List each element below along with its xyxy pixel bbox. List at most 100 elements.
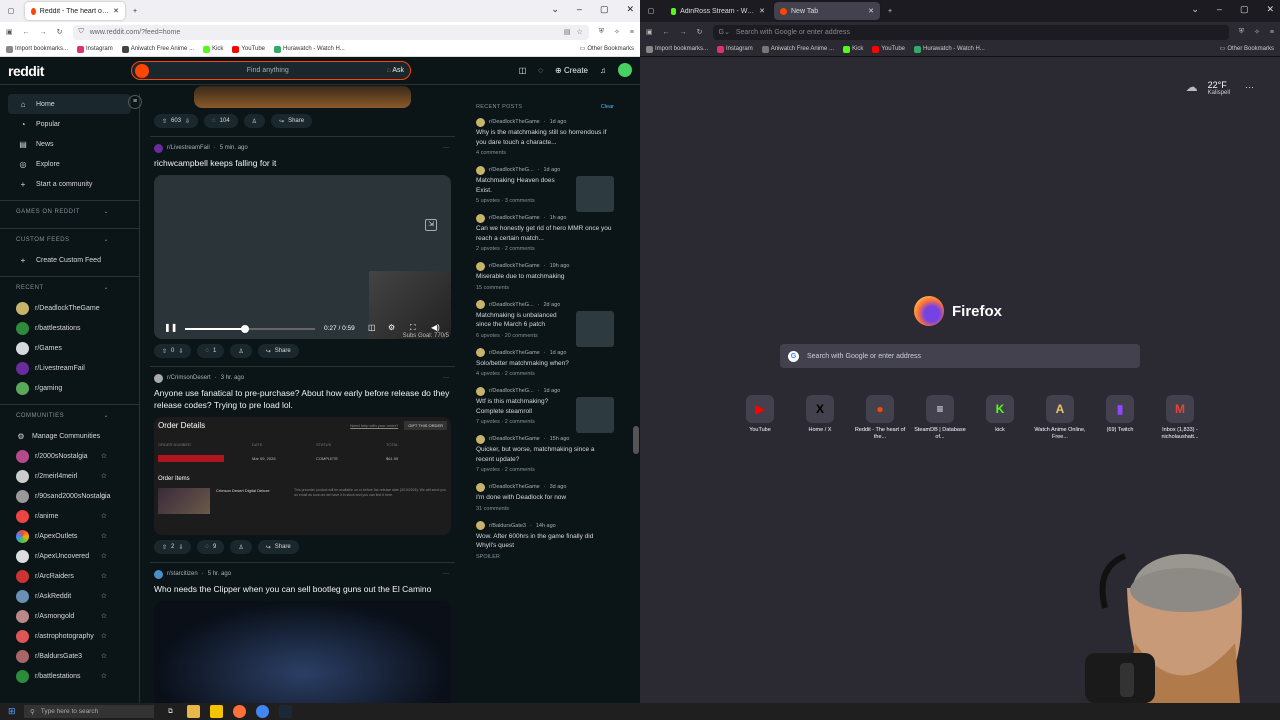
custom-feeds-header[interactable]: CUSTOM FEEDS ⌄ (0, 228, 139, 250)
chrome-taskbar-icon[interactable] (256, 705, 269, 718)
sidebar-item-explore[interactable]: ◎ Explore (0, 154, 139, 174)
bookmark-hurawatch[interactable]: Hurawatch - Watch H... (274, 45, 345, 53)
minimize-icon[interactable]: – (577, 4, 582, 15)
more-icon[interactable]: ⋯ (1245, 82, 1254, 93)
pause-icon[interactable]: ❚❚ (164, 323, 177, 332)
community-item[interactable]: r/astrophotography ☆ (0, 626, 139, 646)
save-pocket-icon[interactable]: ⛨ (599, 28, 604, 36)
firefox-taskbar-icon[interactable] (233, 705, 246, 718)
award-button[interactable]: ♙ (230, 344, 252, 358)
video-player[interactable]: ⇲ Subs Goal: 770/5 ❚❚ 0:27 / 0:59 ◫ ⚙ ⛶ … (154, 175, 451, 339)
sidebar-collapse-icon[interactable]: ≡ (128, 95, 142, 109)
upvote-icon[interactable]: ⇧ (162, 348, 167, 355)
fullscreen-icon[interactable]: ⛶ (410, 323, 416, 333)
maximize-icon[interactable]: ▢ (600, 4, 609, 15)
sidebar-icon[interactable]: ▣ (6, 28, 13, 36)
community-item[interactable]: r/BaldursGate3 ☆ (0, 646, 139, 666)
shortcut-tile[interactable]: ▶ YouTube (730, 395, 790, 441)
recent-post-item[interactable]: r/DeadlockTheG... · 2d ago Matchmaking is u… (470, 299, 620, 347)
star-icon[interactable]: ☆ (101, 552, 107, 560)
vote-control[interactable]: ⇧ 2 ⇩ (154, 540, 192, 554)
post-title[interactable]: Anyone use fanatical to pre-purchase? Ab… (154, 387, 451, 411)
sidebar-item-start-community[interactable]: + Start a community (0, 174, 139, 194)
recent-section-header[interactable]: RECENT ⌄ (0, 276, 139, 298)
award-button[interactable]: ♙ (230, 540, 252, 554)
recent-item[interactable]: r/DeadlockTheGame (0, 298, 139, 318)
comments-button[interactable]: ◌ 9 (197, 540, 225, 554)
other-bookmarks[interactable]: ▭ Other Bookmarks (1220, 45, 1274, 53)
award-button[interactable]: ♙ (243, 114, 266, 128)
recent-post-item[interactable]: r/DeadlockTheGame · 15h ago Quicker, but wo… (470, 433, 620, 473)
star-icon[interactable]: ☆ (101, 652, 107, 660)
shortcut-tile[interactable]: Kkick (970, 395, 1030, 441)
windows-start-icon[interactable]: ⊞ (8, 706, 16, 717)
chevron-down-icon[interactable]: ⌄ (1191, 4, 1199, 15)
downvote-icon[interactable]: ⇩ (178, 348, 183, 355)
task-view-icon[interactable]: ⧉ (164, 705, 177, 718)
tab-reddit[interactable]: Reddit - The heart of the internet ✕ (25, 2, 125, 20)
bookmark-star-icon[interactable]: ☆ (577, 28, 583, 36)
progress-knob[interactable] (240, 325, 249, 333)
tab-list-icon[interactable]: ▢ (640, 7, 662, 15)
feed-post[interactable]: r/LivestreamFail · 5 min. ago ··· richwcamp… (150, 141, 455, 360)
star-icon[interactable]: ☆ (101, 592, 107, 600)
communities-section-header[interactable]: COMMUNITIES ⌄ (0, 404, 139, 426)
star-icon[interactable]: ☆ (101, 472, 107, 480)
recent-post-item[interactable]: r/DeadlockTheGame · 1h ago Can we honestly … (470, 212, 620, 252)
bookmark-hurawatch[interactable]: Hurawatch - Watch H... (914, 45, 985, 53)
subreddit-name[interactable]: r/LivestreamFail (167, 145, 210, 151)
chevron-down-icon[interactable]: ⌄ (551, 4, 559, 15)
shortcut-tile[interactable]: ≡ SteamDB | Database of... (910, 395, 970, 441)
recent-post-item[interactable]: r/DeadlockTheGame · 1d ago Why is the match… (470, 116, 620, 156)
steam-taskbar-icon[interactable] (279, 705, 292, 718)
sidebar-item-news[interactable]: ▤ News (0, 134, 139, 154)
shortcut-tile[interactable]: ● Reddit - The heart of the... (850, 395, 910, 441)
forward-icon[interactable]: → (680, 29, 687, 36)
extensions-icon[interactable]: ✧ (614, 28, 620, 36)
upvote-icon[interactable]: ⇧ (162, 544, 167, 551)
extensions-icon[interactable]: ✧ (1254, 28, 1260, 36)
community-item[interactable]: r/ApexUncovered ☆ (0, 546, 139, 566)
recent-post-item[interactable]: r/BaldursGate3 · 14h ago Wow. After 600hrs … (470, 520, 620, 560)
bookmark-import[interactable]: Import bookmarks... (6, 45, 68, 53)
feed-post[interactable]: r/CrimsonDesert · 3 hr. ago ··· Anyone use … (150, 371, 455, 556)
recent-post-item[interactable]: r/DeadlockTheG... · 1d ago Matchmaking Heav… (470, 164, 620, 212)
more-icon[interactable]: ··· (443, 375, 449, 381)
subreddit-name[interactable]: r/starcitizen (167, 571, 198, 577)
bookmark-aniwatch[interactable]: Aniwatch Free Anime ... (121, 45, 194, 53)
shortcut-tile[interactable]: ▮ (69) Twitch (1090, 395, 1150, 441)
shortcut-tile[interactable]: X Home / X (790, 395, 850, 441)
share-button[interactable]: ↪ Share (257, 540, 299, 554)
community-item[interactable]: r/ApexOutlets ☆ (0, 526, 139, 546)
clear-button[interactable]: Clear (601, 104, 614, 110)
games-section-header[interactable]: GAMES ON REDDIT ⌄ (0, 200, 139, 222)
subreddit-name[interactable]: r/CrimsonDesert (167, 375, 211, 381)
shortcut-tile[interactable]: A Watch Anime Online, Free... (1030, 395, 1090, 441)
create-button[interactable]: ⊕ Create (555, 66, 588, 75)
recent-item[interactable]: r/battlestations (0, 318, 139, 338)
bookmark-instagram[interactable]: Instagram (77, 45, 113, 53)
post-image[interactable]: Order Details Need help with your order?… (154, 417, 451, 535)
bookmark-youtube[interactable]: YouTube (872, 45, 905, 53)
new-tab-icon[interactable]: + (133, 8, 137, 15)
newtab-search-input[interactable]: G Search with Google or enter address (780, 344, 1140, 368)
upvote-icon[interactable]: ⇧ (162, 118, 167, 125)
community-item[interactable]: r/2000sNostalgia ☆ (0, 446, 139, 466)
bookmark-kick[interactable]: Kick (843, 45, 863, 53)
close-icon[interactable]: ✕ (759, 7, 765, 15)
community-item[interactable]: r/AskReddit ☆ (0, 586, 139, 606)
recent-item[interactable]: r/gaming (0, 378, 139, 398)
comments-button[interactable]: ◌ 1 (197, 344, 225, 358)
vote-control[interactable]: ⇧ 603 ⇩ (154, 114, 199, 128)
sticky-app-icon[interactable] (210, 705, 223, 718)
recent-item[interactable]: r/Games (0, 338, 139, 358)
community-item[interactable]: r/anime ☆ (0, 506, 139, 526)
bookmark-youtube[interactable]: YouTube (232, 45, 265, 53)
community-item[interactable]: r/battlestations ☆ (0, 666, 139, 686)
other-bookmarks[interactable]: ▭ Other Bookmarks (580, 45, 634, 53)
downvote-icon[interactable]: ⇩ (185, 118, 190, 125)
reload-icon[interactable]: ↻ (697, 28, 703, 36)
share-button[interactable]: ↪ Share (257, 344, 299, 358)
community-item[interactable]: r/ArcRaiders ☆ (0, 566, 139, 586)
more-icon[interactable]: ··· (443, 571, 449, 577)
